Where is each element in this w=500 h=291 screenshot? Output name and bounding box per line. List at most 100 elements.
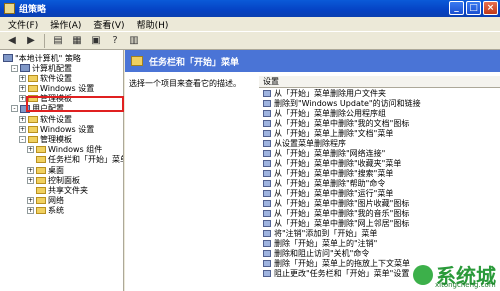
setting-row[interactable]: 从「开始」菜单中删除"收藏夹"菜单 — [259, 158, 500, 168]
settings-pane: 任务栏和「开始」菜单 选择一个项目来查看它的描述。 设置 从「开始」菜单删除用户… — [125, 50, 500, 291]
tree-item[interactable]: + 系统 — [27, 206, 64, 216]
column-header-setting[interactable]: 设置 — [259, 76, 500, 88]
watermark-subtext: xitongcheng.com — [435, 281, 496, 289]
watermark-logo-icon — [413, 264, 433, 285]
setting-icon — [263, 149, 271, 157]
setting-row[interactable]: 从「开始」菜单上删除"文档"菜单 — [259, 128, 500, 138]
tree-item-label: 系统 — [48, 206, 64, 216]
setting-row[interactable]: 从「开始」菜单中删除"我的音乐"图标 — [259, 208, 500, 218]
title-bar: 组策略 _ □ × — [0, 0, 500, 17]
app-icon — [4, 3, 15, 14]
setting-row[interactable]: 从「开始」菜单中删除"运行"菜单 — [259, 188, 500, 198]
setting-icon — [263, 129, 271, 137]
menu-file[interactable]: 文件(F) — [2, 18, 44, 31]
tree-item[interactable]: - 计算机配置 — [11, 63, 72, 73]
setting-row[interactable]: 从「开始」菜单中删除"图片收藏"图标 — [259, 198, 500, 208]
up-folder-icon[interactable]: ▤ — [50, 33, 66, 48]
setting-icon — [263, 259, 271, 267]
setting-icon — [263, 99, 271, 107]
setting-row[interactable]: 删除「开始」菜单上的"注销" — [259, 238, 500, 248]
setting-icon — [263, 89, 271, 97]
folder-icon — [36, 197, 46, 205]
folder-icon — [36, 186, 46, 194]
setting-row[interactable]: 从「开始」菜单删除公用程序组 — [259, 108, 500, 118]
tree-root[interactable]: "本地计算机" 策略 — [3, 53, 81, 63]
toolbar: ◀ ▶ ▤ ▦ ▣ ? ▥ — [0, 31, 500, 50]
setting-row[interactable]: 从「开始」菜单中删除"搜索"菜单 — [259, 168, 500, 178]
setting-icon — [263, 119, 271, 127]
collapse-icon[interactable]: - — [11, 64, 18, 72]
folder-icon — [28, 74, 38, 82]
menu-view[interactable]: 查看(V) — [87, 18, 130, 31]
window-title: 组策略 — [19, 5, 47, 15]
setting-row[interactable]: 删除到"Windows Update"的访问和链接 — [259, 98, 500, 108]
expand-icon[interactable]: + — [19, 84, 26, 92]
expand-icon[interactable]: + — [19, 115, 26, 123]
setting-row[interactable]: 从设置菜单删除程序 — [259, 138, 500, 148]
setting-icon — [263, 209, 271, 217]
setting-row[interactable]: 从「开始」菜单中删除"我的文档"图标 — [259, 118, 500, 128]
expand-icon[interactable]: + — [19, 95, 26, 103]
setting-row[interactable]: 从「开始」菜单中删除"网上邻居"图标 — [259, 218, 500, 228]
tree-item[interactable]: + 软件设置 — [19, 114, 72, 124]
tree-item[interactable]: + 桌面 — [27, 165, 64, 175]
setting-icon — [263, 179, 271, 187]
menu-bar: 文件(F) 操作(A) 查看(V) 帮助(H) — [0, 17, 500, 31]
setting-icon — [263, 269, 271, 277]
setting-icon — [263, 249, 271, 257]
pane-header-title: 任务栏和「开始」菜单 — [149, 57, 240, 68]
policy-icon — [3, 54, 13, 62]
forward-icon[interactable]: ▶ — [23, 33, 39, 48]
menu-help[interactable]: 帮助(H) — [131, 18, 175, 31]
setting-row[interactable]: 从「开始」菜单删除"帮助"命令 — [259, 178, 500, 188]
expand-icon[interactable]: + — [27, 197, 34, 205]
setting-row[interactable]: 从「开始」菜单删除用户文件夹 — [259, 88, 500, 98]
back-icon[interactable]: ◀ — [4, 33, 20, 48]
export-list-icon[interactable]: ▣ — [88, 33, 104, 48]
expand-icon[interactable]: + — [27, 166, 34, 174]
properties-icon[interactable]: ▥ — [126, 33, 142, 48]
setting-row[interactable]: 将"注销"添加到「开始」菜单 — [259, 228, 500, 238]
setting-icon — [263, 139, 271, 147]
show-tree-icon[interactable]: ▦ — [69, 33, 85, 48]
expand-icon[interactable]: + — [27, 207, 34, 215]
setting-icon — [263, 219, 271, 227]
description-text: 选择一个项目来查看它的描述。 — [129, 79, 241, 88]
close-button[interactable]: × — [483, 1, 498, 15]
folder-icon — [28, 115, 38, 123]
folder-icon — [28, 84, 38, 92]
tree-item[interactable]: 共享文件夹 — [27, 185, 88, 195]
expand-icon[interactable]: + — [27, 146, 34, 154]
tree-item[interactable]: + 控制面板 — [27, 175, 80, 185]
setting-label: 阻止更改"任务栏和「开始」菜单"设置 — [274, 268, 410, 278]
tree-item[interactable]: + 网络 — [27, 196, 64, 206]
tree-item[interactable]: + 软件设置 — [19, 73, 72, 83]
settings-list: 设置 从「开始」菜单删除用户文件夹 删除到"Windows Update"的访问和… — [259, 76, 500, 291]
expand-icon[interactable]: + — [19, 125, 26, 133]
expand-icon[interactable]: + — [19, 74, 26, 82]
tree-item[interactable]: - 管理模板 — [19, 134, 72, 144]
setting-row[interactable]: 删除和阻止访问"关机"命令 — [259, 248, 500, 258]
folder-icon — [28, 125, 38, 133]
setting-row[interactable]: 从「开始」菜单删除"网络连接" — [259, 148, 500, 158]
tree-item[interactable]: 任务栏和「开始」菜单 — [27, 155, 123, 165]
policy-tree: "本地计算机" 策略 - 计算机配置 + 软件设置 + Windows 设置 + 管理模板 - 用… — [0, 50, 124, 291]
maximize-button[interactable]: □ — [466, 1, 481, 15]
collapse-icon[interactable]: - — [11, 105, 18, 113]
tree-item[interactable]: + Windows 组件 — [27, 145, 102, 155]
folder-icon — [131, 56, 143, 66]
setting-icon — [263, 169, 271, 177]
minimize-button[interactable]: _ — [449, 1, 464, 15]
setting-icon — [263, 239, 271, 247]
folder-icon — [36, 166, 46, 174]
watermark: 系统城 xitongcheng.com — [413, 260, 496, 289]
menu-action[interactable]: 操作(A) — [44, 18, 87, 31]
tree-item[interactable]: + Windows 设置 — [19, 124, 94, 134]
help-icon[interactable]: ? — [107, 33, 123, 48]
tree-item[interactable]: + Windows 设置 — [19, 83, 94, 93]
folder-icon — [36, 176, 46, 184]
collapse-icon[interactable]: - — [19, 135, 26, 143]
setting-icon — [263, 159, 271, 167]
toolbar-separator — [44, 33, 45, 48]
expand-icon[interactable]: + — [27, 176, 34, 184]
